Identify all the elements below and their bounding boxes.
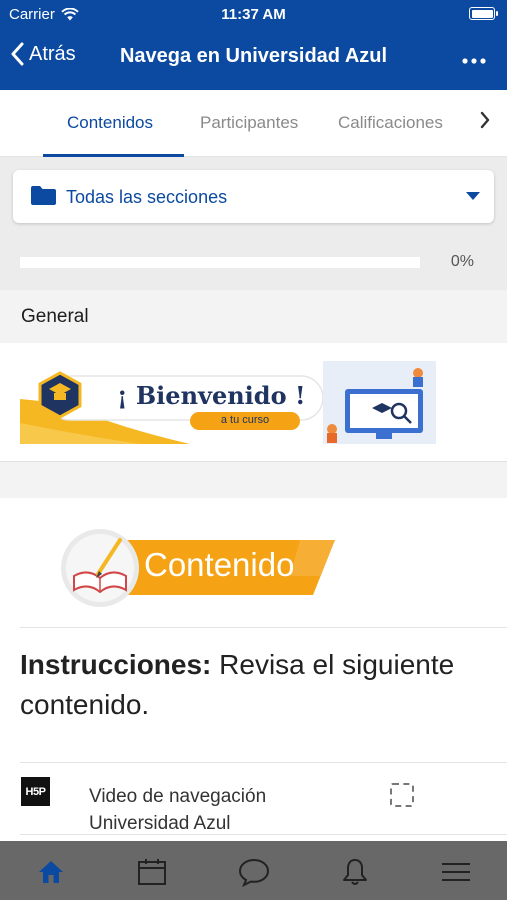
- activity-name: Video de navegación Universidad Azul: [89, 786, 267, 834]
- bell-icon: [343, 859, 367, 885]
- home-tab[interactable]: [34, 856, 68, 888]
- instructions-text: Instrucciones: Revisa el siguiente conte…: [20, 645, 490, 725]
- tab-participantes[interactable]: Participantes: [200, 113, 298, 133]
- chevron-right-icon: [480, 111, 490, 129]
- status-bar: Carrier 11:37 AM: [0, 0, 507, 28]
- battery-icon: [469, 7, 498, 20]
- caret-down-icon: [466, 192, 480, 200]
- header-bar: Carrier 11:37 AM Atrás Navega en Univers…: [0, 0, 507, 90]
- course-progress-percent: 0%: [450, 253, 474, 270]
- calendar-icon: [138, 859, 166, 885]
- menu-tab[interactable]: [439, 856, 473, 888]
- messages-tab[interactable]: [237, 856, 271, 888]
- section-title: General: [21, 306, 89, 327]
- chat-icon: [238, 858, 270, 887]
- page-title: Navega en Universidad Azul: [119, 45, 388, 67]
- section-header-general: General: [0, 290, 507, 343]
- more-horizontal-icon: [462, 58, 486, 64]
- welcome-card: ¡ Bienvenido ! a tu curso: [0, 343, 507, 462]
- home-icon: [39, 861, 63, 883]
- status-time: 11:37 AM: [221, 6, 286, 23]
- tab-calificaciones[interactable]: Calificaciones: [338, 113, 443, 133]
- bottom-tab-bar: [0, 841, 507, 900]
- activity-item-h5p[interactable]: H5P Video de navegación Universidad Azul: [0, 763, 507, 835]
- course-progress-bar: [20, 257, 420, 268]
- h5p-icon: H5P: [21, 777, 50, 806]
- welcome-heading: ¡ Bienvenido !: [117, 381, 306, 410]
- notifications-tab[interactable]: [338, 856, 372, 888]
- tab-contenidos[interactable]: Contenidos: [67, 113, 153, 133]
- navigation-bar: Atrás Navega en Universidad Azul: [0, 30, 507, 84]
- content-banner-label: Contenido: [144, 546, 295, 583]
- instructions-label: Instrucciones:: [20, 649, 212, 680]
- calendar-tab[interactable]: [135, 856, 169, 888]
- section-separator: [0, 462, 507, 498]
- section-selector-label: Todas las secciones: [66, 187, 228, 207]
- content-divider: [20, 627, 507, 628]
- menu-icon: [442, 863, 470, 881]
- welcome-subheading: a tu curso: [220, 414, 270, 426]
- completion-checkbox[interactable]: [390, 783, 414, 807]
- section-selector[interactable]: Todas las secciones: [13, 170, 494, 223]
- folder-icon: [31, 186, 56, 205]
- tabs-next-button[interactable]: [479, 110, 491, 136]
- activity-bottom-divider: [20, 834, 507, 835]
- more-button[interactable]: [461, 45, 487, 71]
- course-tabs: Contenidos Participantes Calificaciones: [0, 90, 507, 157]
